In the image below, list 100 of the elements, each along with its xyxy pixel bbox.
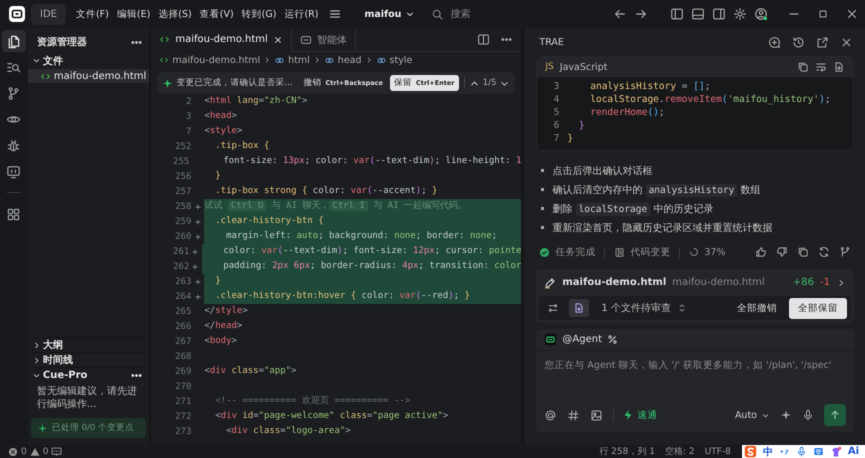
explorer-icon[interactable] [6, 34, 22, 48]
microphone-icon[interactable] [802, 409, 814, 421]
breadcrumb-item[interactable]: html [288, 54, 310, 66]
bullet-icon [541, 207, 544, 210]
keyboard-icon[interactable] [812, 446, 824, 457]
pop-out-icon[interactable] [816, 36, 829, 48]
history-icon[interactable] [792, 36, 805, 48]
wrap-icon[interactable] [815, 61, 827, 73]
chat-input[interactable]: 您正在与 Agent 聊天，输入 '/' 获取更多能力，如 '/plan', '/spec' [536, 351, 854, 404]
ime-logo-icon[interactable] [744, 445, 757, 458]
split-editor-icon[interactable] [477, 33, 490, 46]
bullet-icon [541, 188, 544, 191]
html-file-icon [159, 34, 170, 45]
menu-item[interactable]: 编辑(E) [112, 4, 154, 24]
bug-icon[interactable] [6, 138, 22, 152]
indentation[interactable]: 空格: 2 [664, 445, 695, 458]
line-number: 256 [174, 172, 192, 182]
panel-header[interactable]: 大纲 [28, 337, 150, 352]
breadcrumb-item[interactable]: head [338, 54, 362, 66]
line-number: 271 [174, 396, 192, 406]
forward-icon[interactable] [634, 7, 648, 21]
code-line: } [214, 170, 222, 183]
breadcrumb-item[interactable]: style [390, 54, 412, 66]
folder-section[interactable]: 文件 [28, 53, 150, 68]
thumbs-down-icon[interactable] [776, 246, 788, 258]
sidebar-toggle-icon[interactable] [670, 7, 684, 21]
close-icon[interactable] [845, 7, 859, 21]
monitor-icon[interactable] [6, 164, 22, 178]
line-number: 6 [552, 120, 560, 131]
editor-tab[interactable]: 智能体 [292, 28, 356, 52]
encoding[interactable]: UTF-8 [704, 446, 731, 456]
empty-message: 暂无编辑建议，请先进行编码操作... [36, 384, 138, 412]
chat-composer[interactable]: @Agent 您正在与 Agent 聊天，输入 '/' 获取更多能力，如 '/plan', '/spec' 速通 Auto [536, 329, 854, 432]
js-label: JS [545, 62, 554, 72]
file-path: maifou-demo.html [672, 277, 765, 288]
copy-icon[interactable] [797, 61, 809, 73]
model-dropdown[interactable]: Auto [734, 410, 770, 420]
search-input[interactable]: 搜索 [450, 8, 590, 20]
changes-link[interactable]: 代码变更 [630, 246, 670, 258]
panel-toggle-icon[interactable] [691, 7, 705, 21]
extensions-icon[interactable] [6, 206, 22, 222]
mention-icon[interactable] [544, 408, 558, 422]
added-line-icon [194, 232, 202, 240]
sparkle-icon[interactable] [780, 409, 792, 421]
breadcrumb-item[interactable]: maifou-demo.html [172, 54, 260, 66]
status-box: 已处理 0/0 个变更点 [30, 418, 146, 438]
menu-item[interactable]: 选择(S) [154, 4, 196, 24]
source-control-icon[interactable] [6, 86, 22, 100]
copy-icon[interactable] [797, 246, 809, 258]
editor-tab[interactable]: maifou-demo.html [151, 28, 292, 52]
settings-icon[interactable] [733, 7, 747, 21]
close-icon[interactable] [840, 36, 853, 48]
microphone-icon[interactable] [796, 446, 807, 457]
skin-icon[interactable] [830, 446, 842, 458]
line-number: 268 [174, 352, 192, 362]
ime-assistant[interactable]: Ai [848, 446, 859, 457]
secondary-sidebar-icon[interactable] [712, 7, 726, 21]
insert-file-icon[interactable] [833, 61, 845, 73]
send-button[interactable] [824, 404, 846, 426]
line-number: 273 [174, 426, 192, 436]
menu-item[interactable]: 文件(F) [72, 4, 113, 24]
cursor-position[interactable]: 行 258，列 1 [599, 445, 655, 458]
mode-button[interactable]: 速通 [613, 408, 658, 422]
menu-item[interactable]: 转到(G) [238, 4, 280, 24]
ime-language[interactable]: 中 [762, 444, 773, 458]
search-field[interactable]: 搜索 [425, 3, 606, 25]
panel-header[interactable]: Cue-Pro [28, 367, 150, 382]
menu-item[interactable]: 查看(V) [196, 4, 238, 24]
edit-file-icon [544, 276, 556, 288]
image-icon[interactable] [590, 408, 604, 422]
refresh-icon[interactable] [818, 246, 830, 258]
accept-all-button[interactable]: 全部保留 [789, 298, 847, 318]
ports-icon[interactable] [51, 446, 62, 457]
expand-icon[interactable] [676, 303, 687, 313]
thumbs-up-icon[interactable] [755, 246, 767, 258]
menu-item[interactable]: 运行(R) [280, 4, 322, 24]
added-line-icon [194, 278, 202, 286]
warning-count[interactable]: 0 [42, 446, 48, 456]
code-line: .tip-box strong { color: var(--accent); } [214, 185, 438, 198]
agent-label[interactable]: @Agent [562, 334, 602, 345]
code-line: } [578, 120, 585, 131]
file-name[interactable]: maifou-demo.html [562, 277, 666, 288]
back-icon[interactable] [613, 7, 627, 21]
bullet-icon [541, 226, 544, 229]
discard-all-button[interactable]: 全部撤销 [731, 298, 783, 318]
file-item[interactable]: maifou-demo.html [28, 69, 150, 83]
maximize-icon[interactable] [817, 8, 829, 20]
sparkle-icon [162, 78, 174, 88]
added-count: +86 [792, 277, 814, 288]
bullet-icon [541, 169, 544, 172]
list-view-icon[interactable] [547, 302, 560, 314]
workspace-dropdown[interactable]: maifou [360, 6, 420, 22]
hash-icon[interactable] [567, 408, 580, 422]
close-tab-icon[interactable] [272, 34, 283, 44]
error-count[interactable]: 0 [21, 446, 27, 456]
new-chat-icon[interactable] [768, 36, 781, 48]
branch-icon[interactable] [839, 246, 851, 258]
file-view-icon[interactable] [573, 302, 586, 314]
panel-header[interactable]: 时间线 [28, 352, 150, 367]
account-icon[interactable] [754, 7, 768, 21]
